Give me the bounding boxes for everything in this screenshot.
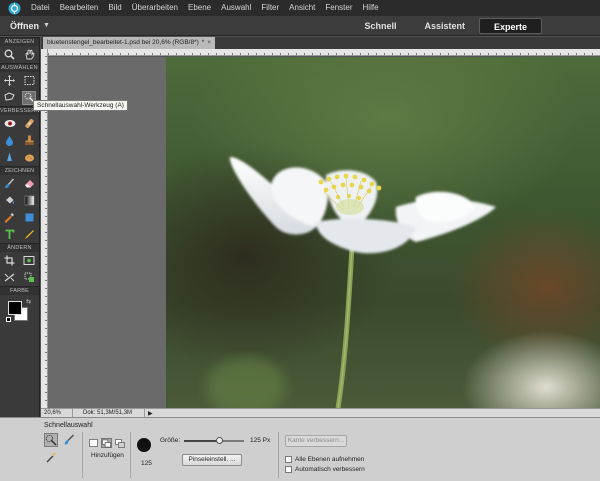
foreground-color-swatch[interactable]: [8, 301, 22, 315]
sponge-icon[interactable]: [22, 151, 36, 165]
add-selection-icon[interactable]: [101, 438, 112, 448]
options-separator: [130, 432, 131, 478]
clone-stamp-icon[interactable]: [22, 134, 36, 148]
brush-icon[interactable]: [3, 177, 17, 191]
menu-bild[interactable]: Bild: [103, 0, 126, 16]
lasso-icon[interactable]: [3, 91, 17, 105]
close-icon[interactable]: ×: [207, 37, 211, 49]
color-swatches: ⇆: [0, 295, 39, 329]
toolbox-section-farbe: FARBE: [0, 286, 39, 295]
size-label: Größe:: [160, 437, 181, 444]
menu-filter[interactable]: Filter: [256, 0, 284, 16]
toolbox-section-aendern: ÄNDERN: [0, 243, 39, 252]
new-selection-icon[interactable]: [88, 438, 99, 448]
size-slider-thumb[interactable]: [215, 437, 223, 444]
default-colors-icon[interactable]: [6, 317, 11, 322]
recompose-icon[interactable]: [22, 254, 36, 268]
magic-wand-icon[interactable]: [44, 450, 58, 464]
ruler-horizontal: [48, 49, 600, 56]
sharpen-icon[interactable]: [3, 151, 17, 165]
photo-anemone-flower[interactable]: [166, 57, 600, 408]
straighten-icon[interactable]: [3, 271, 17, 285]
hand-icon[interactable]: [22, 48, 36, 62]
menu-bearbeiten[interactable]: Bearbeiten: [55, 0, 104, 16]
document-tab-bar: bluetenstengel_bearbeitet-1.psd bei 20,6…: [41, 37, 600, 49]
tool-options-panel: Schnellauswahl Hinzufügen 125 Größe: 125…: [0, 417, 600, 481]
status-menu-arrow-icon[interactable]: ▶: [145, 410, 153, 417]
menu-fenster[interactable]: Fenster: [320, 0, 357, 16]
menu-datei[interactable]: Datei: [26, 0, 55, 16]
gradient-icon[interactable]: [22, 194, 36, 208]
toolbox: ANZEIGEN AUSWÄHLEN VERBESSERN ZEICHNEN Ä…: [0, 37, 40, 417]
auto-enhance-checkbox[interactable]: [285, 466, 292, 473]
zoom-icon[interactable]: [3, 48, 17, 62]
size-slider-fill: [184, 440, 219, 442]
text-icon[interactable]: [3, 228, 17, 242]
tab-assistent[interactable]: Assistent: [410, 18, 479, 34]
menu-ebene[interactable]: Ebene: [183, 0, 216, 16]
healing-brush-icon[interactable]: [22, 117, 36, 131]
auto-enhance-row[interactable]: Automatisch verbessern: [285, 466, 365, 473]
selection-mode-group: [88, 438, 125, 448]
selection-brush-icon[interactable]: [62, 433, 76, 447]
paint-bucket-icon[interactable]: [3, 194, 17, 208]
auto-enhance-label: Automatisch verbessern: [295, 466, 365, 473]
tool-tooltip: Schnellauswahl-Werkzeug (A): [33, 100, 128, 111]
toolbox-section-anzeigen: ANZEIGEN: [0, 37, 39, 46]
selection-mode-label: Hinzufügen: [91, 452, 124, 459]
blur-icon[interactable]: [3, 134, 17, 148]
sample-all-layers-label: Alle Ebenen aufnehmen: [295, 456, 365, 463]
move-icon[interactable]: [3, 74, 17, 88]
options-separator: [82, 432, 83, 478]
shape-icon[interactable]: [22, 211, 36, 225]
toolbox-section-zeichnen: ZEICHNEN: [0, 166, 39, 175]
open-button-label: Öffnen: [10, 20, 39, 31]
eyedropper-icon[interactable]: [3, 211, 17, 225]
document-tab-title: bluetenstengel_bearbeitet-1.psd bei 20,6…: [47, 39, 199, 46]
document-tab[interactable]: bluetenstengel_bearbeitet-1.psd bei 20,6…: [43, 37, 216, 49]
sample-all-layers-checkbox[interactable]: [285, 456, 292, 463]
crop-icon[interactable]: [3, 254, 17, 268]
eraser-icon[interactable]: [22, 177, 36, 191]
chevron-down-icon: ▼: [43, 22, 50, 29]
status-bar: 20,6% Dok: 51,3M/51,3M ▶: [41, 408, 600, 418]
size-slider[interactable]: [184, 437, 244, 444]
size-value: 125 Px: [250, 437, 271, 444]
toolbox-section-auswaehlen: AUSWÄHLEN: [0, 63, 39, 72]
content-aware-move-icon[interactable]: [22, 271, 36, 285]
swap-colors-icon[interactable]: ⇆: [26, 298, 31, 305]
pencil-icon[interactable]: [22, 228, 36, 242]
tool-options-title: Schnellauswahl: [44, 422, 93, 429]
menu-hilfe[interactable]: Hilfe: [358, 0, 384, 16]
open-button[interactable]: Öffnen ▼: [0, 21, 50, 31]
photoshop-elements-window: Datei Bearbeiten Bild Überarbeiten Ebene…: [0, 0, 600, 481]
subtract-selection-icon[interactable]: [114, 438, 125, 448]
brush-settings-button[interactable]: Pinseleinstell. ...: [182, 454, 242, 466]
brush-preview-size: 125: [141, 460, 152, 467]
brush-preview[interactable]: [137, 438, 151, 452]
mode-tabs: Schnell Assistent Experte: [350, 18, 542, 34]
menu-bar: Datei Bearbeiten Bild Überarbeiten Ebene…: [0, 0, 600, 16]
sample-all-layers-row[interactable]: Alle Ebenen aufnehmen: [285, 456, 364, 463]
modified-indicator: *: [201, 39, 205, 46]
quick-selection-icon[interactable]: [44, 433, 58, 447]
photoshop-elements-logo[interactable]: [6, 0, 22, 16]
red-eye-icon[interactable]: [3, 117, 17, 131]
mode-bar: Öffnen ▼ Schnell Assistent Experte: [0, 16, 600, 36]
options-separator: [278, 432, 279, 478]
menu-ueberarbeiten[interactable]: Überarbeiten: [127, 0, 183, 16]
canvas-area[interactable]: [48, 57, 600, 408]
selection-tool-variants: [44, 433, 78, 477]
menu-ansicht[interactable]: Ansicht: [284, 0, 320, 16]
tab-schnell[interactable]: Schnell: [350, 18, 410, 34]
marquee-icon[interactable]: [22, 74, 36, 88]
refine-edge-button[interactable]: Kante verbessern...: [285, 435, 347, 447]
menu-auswahl[interactable]: Auswahl: [216, 0, 256, 16]
tab-experte[interactable]: Experte: [478, 18, 542, 34]
